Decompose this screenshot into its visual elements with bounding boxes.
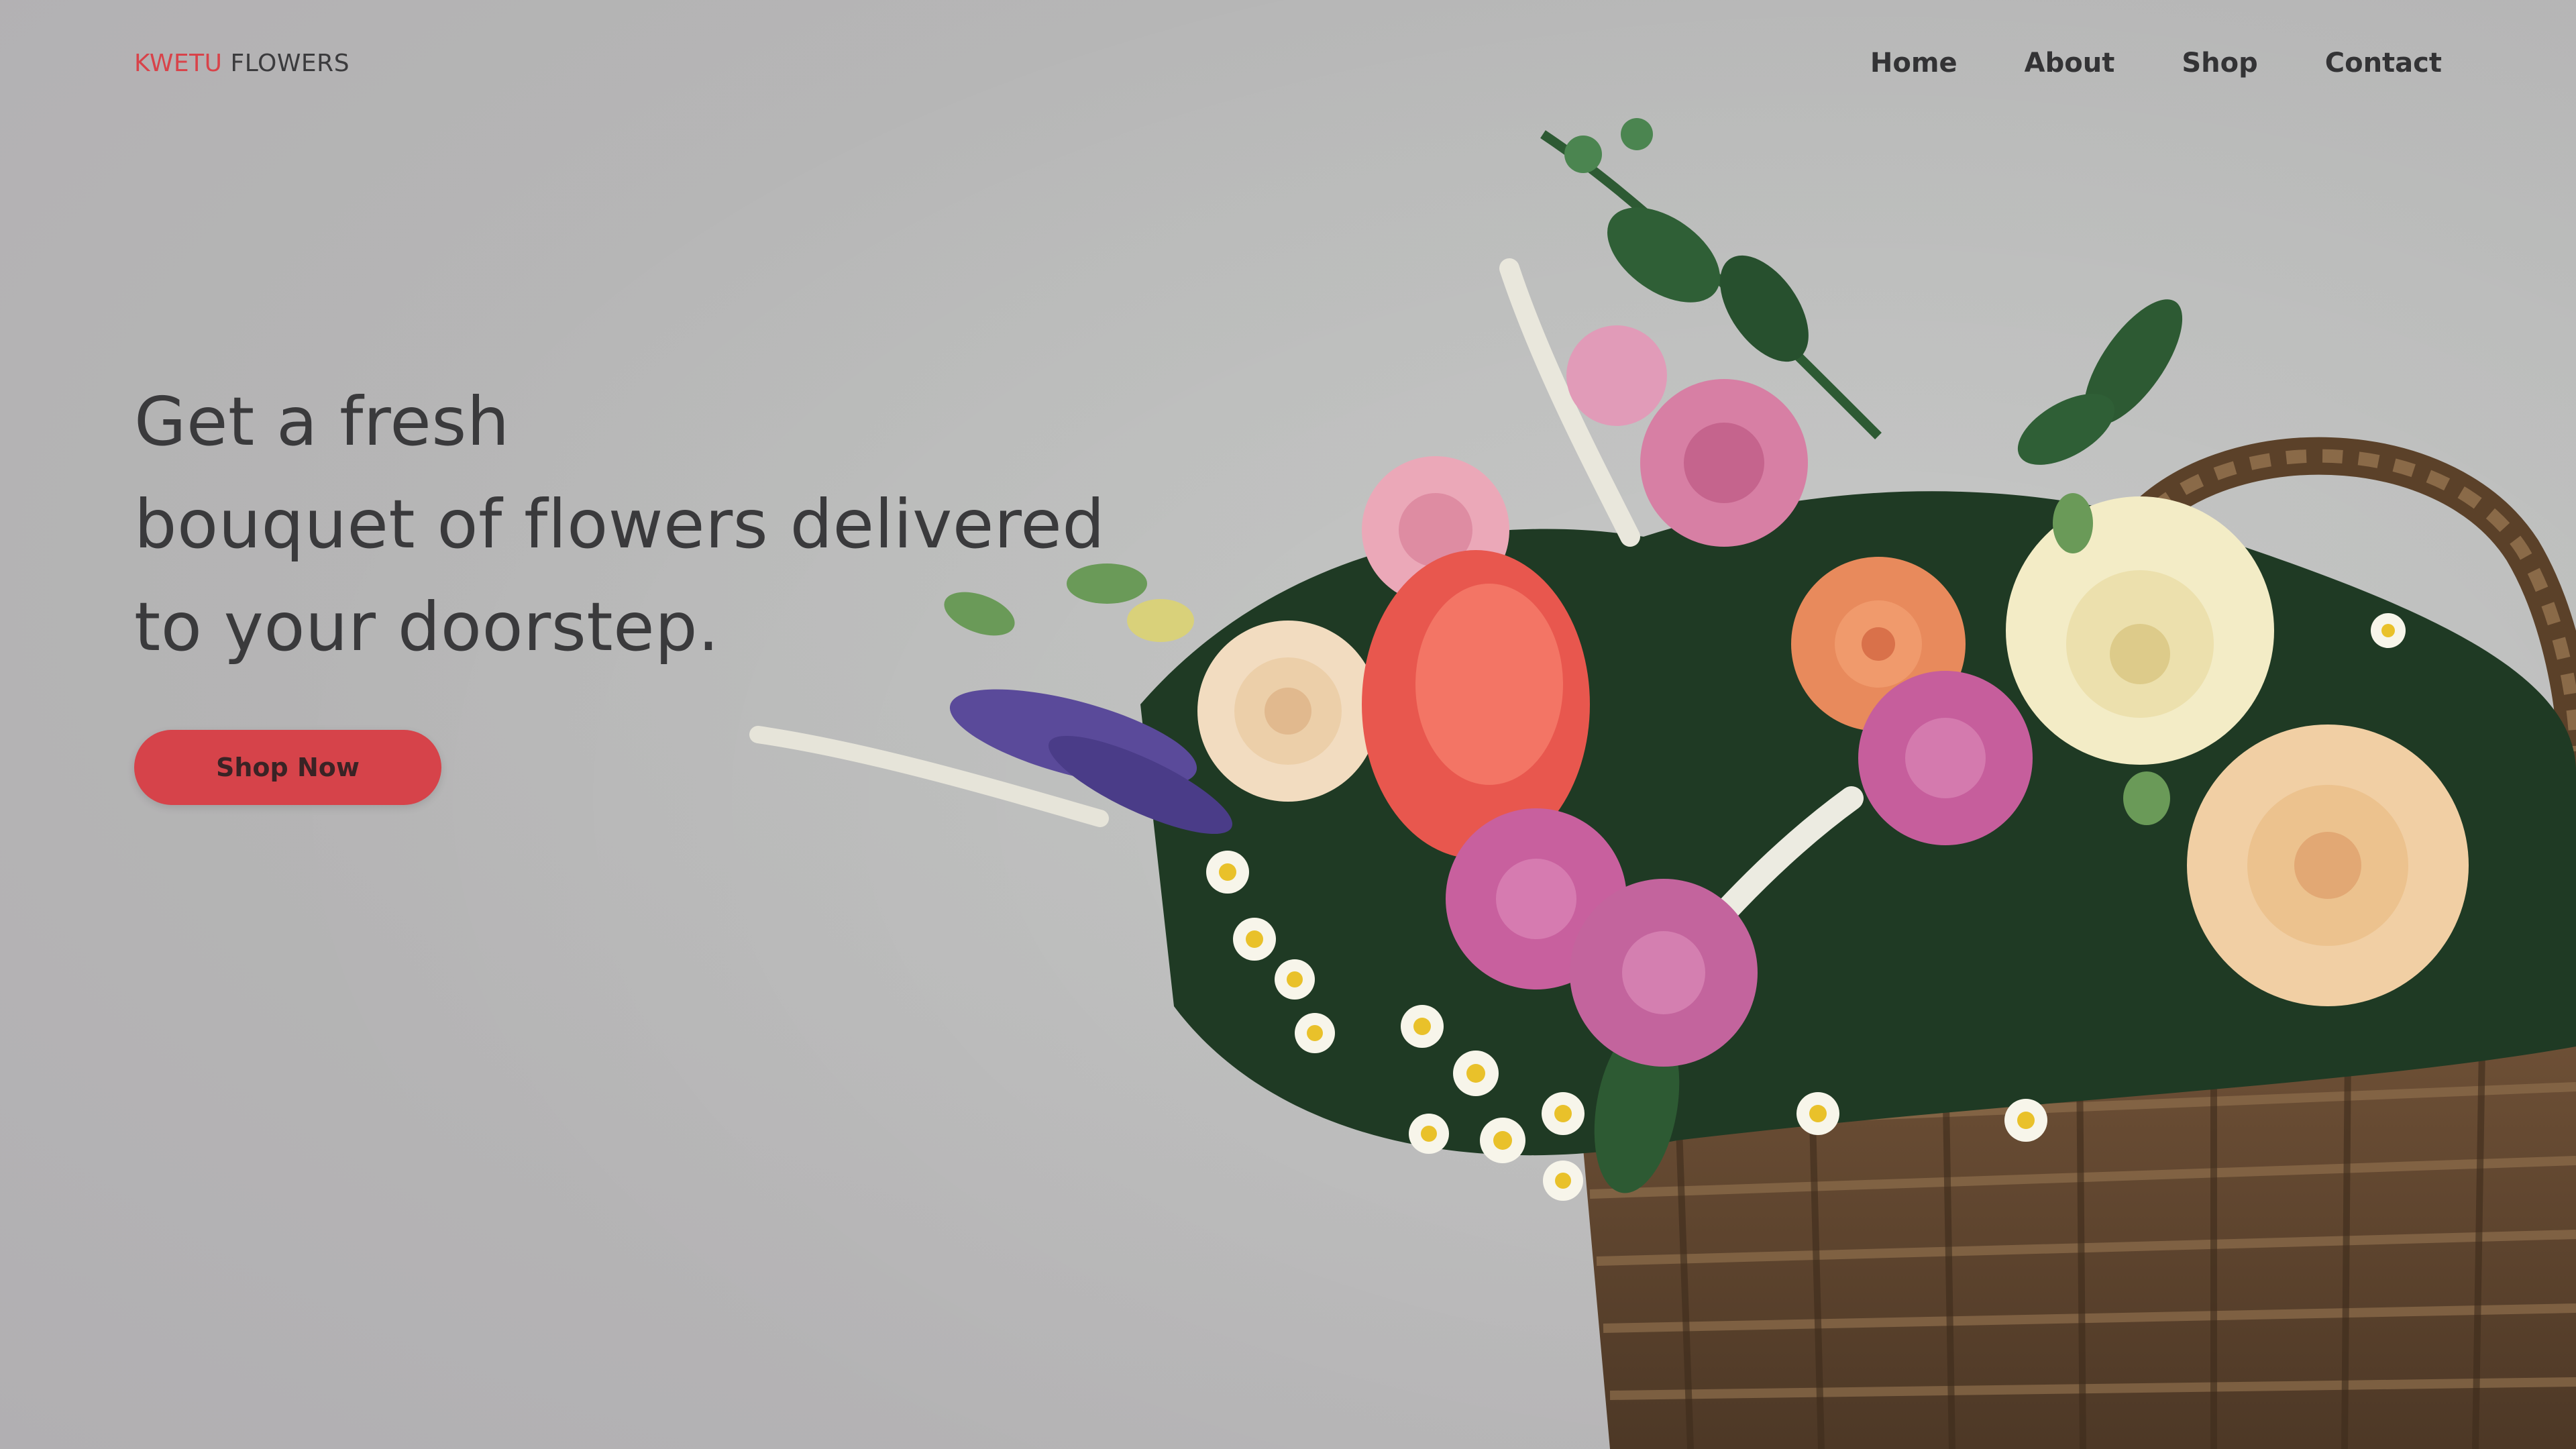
bouquet-basket-image bbox=[0, 0, 2576, 1449]
nav-link-home[interactable]: Home bbox=[1870, 43, 1957, 83]
nav-link-contact[interactable]: Contact bbox=[2325, 43, 2442, 83]
brand-logo[interactable]: KWETU FLOWERS bbox=[134, 47, 350, 80]
logo-rest-text: FLOWERS bbox=[230, 50, 350, 77]
hero-headline: Get a fresh bouquet of flowers delivered… bbox=[134, 370, 1140, 678]
nav-link-shop[interactable]: Shop bbox=[2182, 43, 2257, 83]
nav-link-about[interactable]: About bbox=[2025, 43, 2115, 83]
hero-headline-line-1: Get a fresh bbox=[134, 382, 510, 461]
logo-accent-text: KWETU bbox=[134, 50, 223, 77]
shop-now-button[interactable]: Shop Now bbox=[134, 730, 441, 805]
hero-headline-line-2: bouquet of flowers delivered bbox=[134, 485, 1106, 564]
hero-headline-line-3: to your doorstep. bbox=[134, 588, 720, 666]
main-nav: Home About Shop Contact bbox=[1870, 43, 2442, 83]
site-header: KWETU FLOWERS Home About Shop Contact bbox=[0, 0, 2576, 127]
